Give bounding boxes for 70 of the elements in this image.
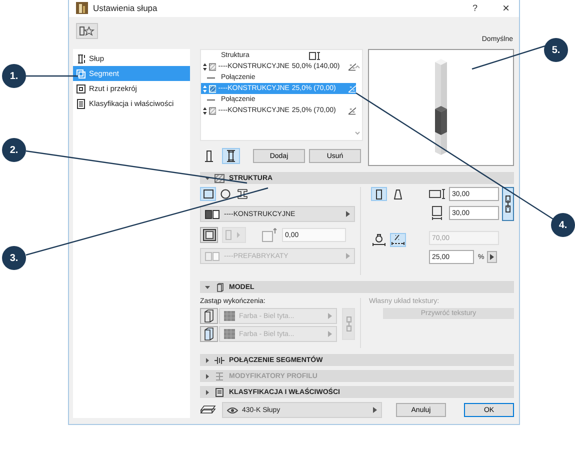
callout-badge: 3. <box>2 246 26 270</box>
surface-side-button[interactable] <box>200 308 218 324</box>
column-icon <box>204 150 214 162</box>
ibeam-icon <box>236 189 248 199</box>
anchor-icon <box>372 234 386 246</box>
percent-button[interactable] <box>390 233 406 247</box>
box-icon <box>214 282 225 292</box>
section-icon <box>76 84 86 94</box>
hatch-swatch-icon <box>208 62 216 70</box>
caret-icon <box>346 211 350 217</box>
help-button[interactable]: ? <box>462 3 488 14</box>
close-button[interactable]: × <box>493 1 519 16</box>
width-icon <box>429 189 446 199</box>
eye-icon <box>227 406 238 414</box>
surface-swatch-icon <box>224 329 235 339</box>
layers-icon <box>200 404 216 416</box>
hatch-swatch-icon <box>208 84 216 92</box>
hatch-swatch-icon <box>208 106 216 114</box>
height-icon <box>309 52 321 60</box>
rectangle-icon <box>375 188 383 200</box>
callout-badge: 5. <box>544 38 568 62</box>
offset-icon <box>262 228 278 242</box>
callout-badge: 1. <box>2 64 26 88</box>
callout-badge: 4. <box>551 213 575 237</box>
capped-column-icon <box>226 150 236 162</box>
caret-icon <box>205 284 210 290</box>
unit-menu-button[interactable] <box>487 251 498 263</box>
callout-badge: 2. <box>2 138 26 162</box>
caret-icon <box>328 331 332 337</box>
caret-icon <box>205 374 210 378</box>
joint-icon <box>214 356 225 364</box>
material-swatch-icon <box>205 252 220 260</box>
core-toggle-button[interactable] <box>200 227 218 243</box>
favorites-button[interactable] <box>76 22 98 39</box>
surface-swatch-icon <box>224 311 235 321</box>
chain-link-icon <box>346 315 352 333</box>
rectangle-icon <box>202 189 214 199</box>
caret-icon <box>490 254 494 260</box>
frame-icon <box>202 229 216 241</box>
caret-icon <box>205 358 210 362</box>
line-icon <box>207 98 215 100</box>
segment-icon <box>76 68 86 78</box>
caret-icon <box>346 253 350 259</box>
column-icon <box>76 54 86 64</box>
percent-icon <box>391 234 405 246</box>
capped-column-button[interactable] <box>222 148 240 164</box>
material-swatch-icon <box>205 210 220 218</box>
link-button[interactable] <box>502 187 514 221</box>
circle-icon <box>220 189 230 199</box>
caret-icon <box>205 176 210 180</box>
document-icon <box>76 98 86 108</box>
straight-column-button[interactable] <box>371 187 387 201</box>
caret-icon <box>373 407 377 413</box>
caret-icon <box>328 313 332 319</box>
leader-line <box>26 75 78 77</box>
rectangle-shape-button[interactable] <box>200 187 216 201</box>
favorites-icon <box>79 26 95 36</box>
document-icon <box>214 388 225 396</box>
swatch-icon <box>225 230 243 240</box>
window-title: Ustawienia słupa <box>93 3 158 14</box>
anchor-button[interactable] <box>371 233 387 247</box>
line-icon <box>207 76 215 78</box>
trapezoid-icon <box>394 188 402 200</box>
app-icon <box>76 2 88 14</box>
caret-icon <box>205 390 210 394</box>
chain-link-icon <box>505 194 511 214</box>
box-icon <box>204 327 214 341</box>
box-icon <box>204 309 214 323</box>
profile-icon <box>214 372 225 380</box>
surface-side-button[interactable] <box>200 326 218 342</box>
